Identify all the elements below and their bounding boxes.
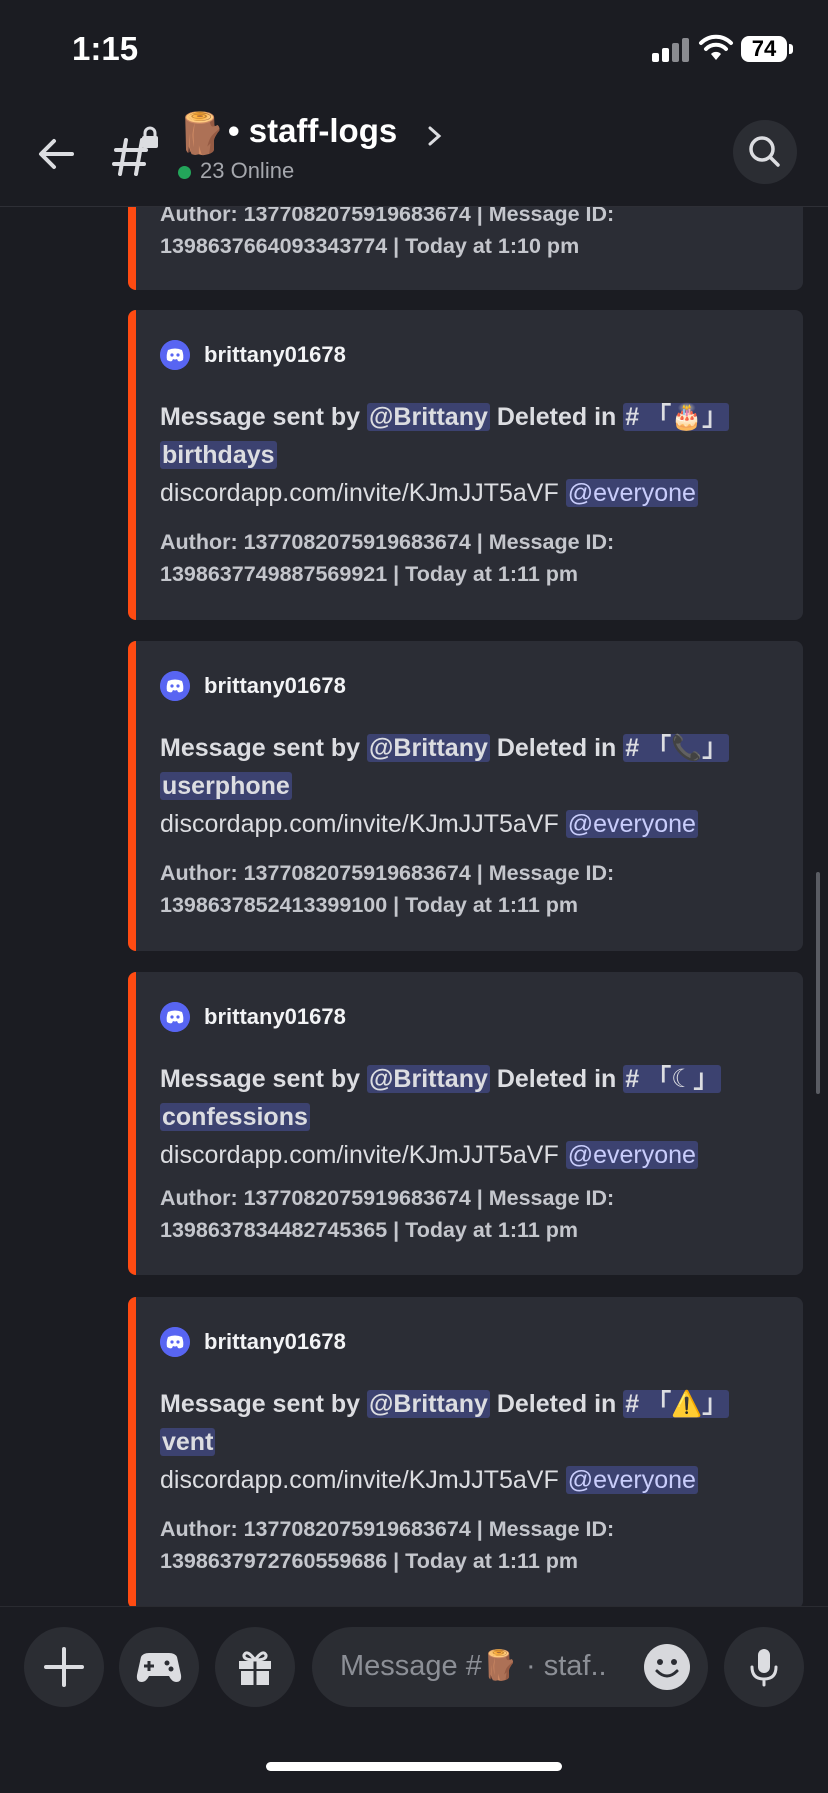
home-indicator[interactable] [266,1762,562,1771]
add-attachment-button[interactable] [24,1627,104,1707]
log-embed: brittany01678 Message sent by @Brittany … [128,972,803,1275]
embed-accent-bar [128,310,136,620]
channel-mention-name[interactable]: confessions [160,1103,310,1131]
desc-deleted-in: Deleted in [489,403,624,431]
channel-title[interactable]: • staff-logs [228,112,397,150]
search-icon [749,136,780,167]
footer-line: 1398637852413399100 | Today at 1:11 pm [160,893,579,917]
everyone-mention[interactable]: @everyone [565,1141,698,1169]
message-input-placeholder: Message #🪵 · staf.. [340,1650,607,1682]
invite-link[interactable]: discordapp.com/invite/KJmJJT5aVF [160,810,559,838]
channel-mention-name[interactable]: userphone [160,772,292,800]
footer-line: 1398637749887569921 | Today at 1:11 pm [160,562,579,586]
log-embed: brittany01678 Message sent by @Brittany … [128,1297,803,1609]
search-button[interactable] [733,120,797,184]
channel-mention[interactable]: # 「☾」 [623,1065,721,1093]
embed-footer: Author: 1377082075919683674 | Message ID… [160,1182,780,1246]
online-status-dot [178,166,191,179]
battery-indicator: 74 [741,36,793,62]
message-input[interactable]: Message #🪵 · staf.. [312,1627,708,1707]
embed-accent-bar [128,641,136,951]
chevron-right-icon[interactable] [424,122,446,150]
status-time: 1:15 [72,30,139,67]
back-arrow-icon[interactable] [32,130,80,178]
plus-icon [44,1647,84,1687]
channel-mention-name[interactable]: birthdays [160,441,277,469]
locked-channel-icon [112,126,158,176]
invite-link[interactable]: discordapp.com/invite/KJmJJT5aVF [160,479,559,507]
embed-description: Message sent by @Brittany Deleted in # 「… [160,398,780,512]
signal-icon [652,38,692,62]
log-embed: brittany01678 Message sent by @Brittany … [128,310,803,620]
gift-icon [239,1651,271,1685]
activities-button[interactable] [119,1627,199,1707]
channel-emoji: 🪵 [176,112,226,156]
wifi-icon [699,34,733,60]
embed-author-name: brittany01678 [204,1329,346,1354]
desc-prefix: Message sent by [160,1390,368,1418]
voice-message-button[interactable] [724,1627,804,1707]
channel-header: 🪵 • staff-logs 23 Online [0,100,828,207]
online-count: 23 Online [200,158,295,183]
discord-logo-icon [160,671,190,701]
channel-mention[interactable]: # 「📞」 [623,734,730,762]
channel-mention[interactable]: # 「⚠️」 [623,1390,730,1418]
embed-description: Message sent by @Brittany Deleted in # 「… [160,729,780,843]
embed-footer: Author: 1377082075919683674 | Message ID… [160,1513,780,1577]
microphone-icon [750,1649,778,1687]
emoji-button[interactable] [644,1644,690,1690]
desc-prefix: Message sent by [160,403,368,431]
embed-author-name: brittany01678 [204,1004,346,1029]
channel-mention-name[interactable]: vent [160,1428,216,1456]
status-bar: 1:15 74 [0,0,828,100]
gift-button[interactable] [215,1627,295,1707]
footer-line: 1398637664093343774 | Today at 1:10 pm [160,234,580,258]
discord-logo-icon [160,340,190,370]
desc-prefix: Message sent by [160,734,368,762]
scrollbar[interactable] [816,872,820,1094]
footer-line: 1398637834482745365 | Today at 1:11 pm [160,1218,579,1242]
embed-description: Message sent by @Brittany Deleted in # 「… [160,1385,780,1499]
everyone-mention[interactable]: @everyone [565,479,698,507]
discord-logo-icon [160,1002,190,1032]
channel-mention[interactable]: # 「🎂」 [623,403,730,431]
gamepad-icon [136,1653,182,1682]
footer-line: Author: 1377082075919683674 | Message ID… [160,861,615,885]
invite-link[interactable]: discordapp.com/invite/KJmJJT5aVF [160,1141,559,1169]
footer-line: Author: 1377082075919683674 | Message ID… [160,1517,615,1541]
embed-author-name: brittany01678 [204,342,346,367]
user-mention[interactable]: @Brittany [367,1390,490,1418]
desc-deleted-in: Deleted in [489,734,624,762]
embed-footer: Author: 1377082075919683674 | Message ID… [160,526,780,590]
desc-deleted-in: Deleted in [489,1065,624,1093]
desc-prefix: Message sent by [160,1065,368,1093]
everyone-mention[interactable]: @everyone [565,1466,698,1494]
everyone-mention[interactable]: @everyone [565,810,698,838]
user-mention[interactable]: @Brittany [367,1065,490,1093]
embed-accent-bar [128,972,136,1275]
desc-deleted-in: Deleted in [489,1390,624,1418]
user-mention[interactable]: @Brittany [367,403,490,431]
smiley-icon [655,1659,679,1678]
embed-footer: Author: 1377082075919683674 | Message ID… [160,857,780,921]
user-mention[interactable]: @Brittany [367,734,490,762]
embed-footer: Author: 1377082075919683674 | Message ID… [160,198,780,262]
invite-link[interactable]: discordapp.com/invite/KJmJJT5aVF [160,1466,559,1494]
discord-logo-icon [160,1327,190,1357]
log-embed: brittany01678 Message sent by @Brittany … [128,641,803,951]
embed-author-name: brittany01678 [204,673,346,698]
footer-line: Author: 1377082075919683674 | Message ID… [160,1186,615,1210]
footer-line: Author: 1377082075919683674 | Message ID… [160,530,615,554]
embed-accent-bar [128,1297,136,1609]
embed-description: Message sent by @Brittany Deleted in # 「… [160,1060,780,1174]
footer-line: 1398637972760559686 | Today at 1:11 pm [160,1549,579,1573]
